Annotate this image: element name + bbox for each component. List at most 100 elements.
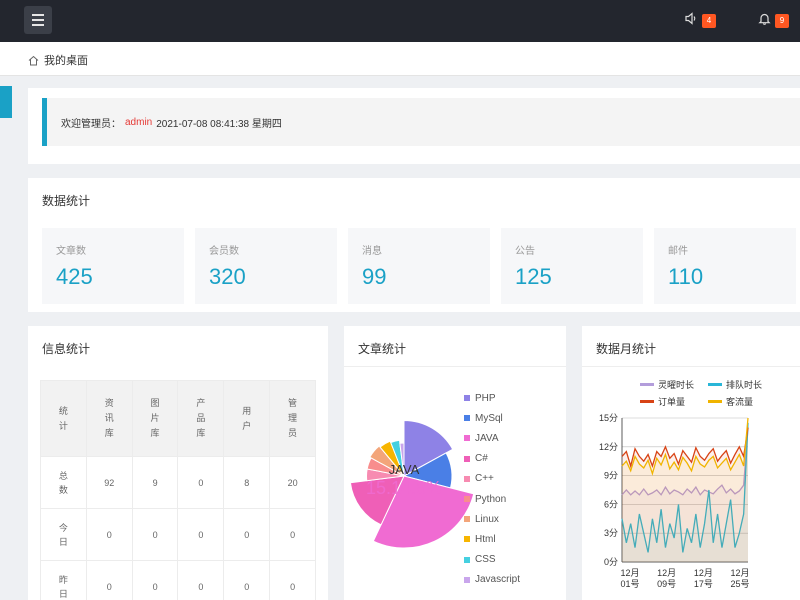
home-icon <box>28 55 39 65</box>
article-pie-chart: JAVA15.14.8% <box>349 419 475 549</box>
article-stats-panel: 文章统计 JAVA 15.14.8% PHP MySql JAVA C# C++ Pytho… <box>344 326 566 600</box>
stat-value: 125 <box>515 264 552 289</box>
x-tick-label: 12月 01号 <box>620 568 639 589</box>
table-row: 昨日 0 0 0 0 0 <box>40 560 316 600</box>
table-cell: 0 <box>223 508 271 561</box>
table-cell: 92 <box>85 456 133 509</box>
data-stats-panel: 数据统计 文章数 425 会员数 320 消息 99 公告 125 邮件 110 <box>28 178 800 312</box>
table-cell: 0 <box>177 456 225 509</box>
legend-swatch <box>464 536 470 543</box>
legend-swatch <box>464 556 470 563</box>
table-cell: 0 <box>269 508 316 561</box>
legend-label: Html <box>475 533 496 545</box>
table-cell: 9 <box>131 456 179 509</box>
y-tick-label: 9分 <box>604 471 618 481</box>
legend-label: 排队时长 <box>726 380 763 390</box>
legend-label: 灵曜时长 <box>658 380 695 390</box>
legend-item[interactable]: Linux <box>464 509 520 529</box>
stat-value: 425 <box>56 264 93 289</box>
stat-label: 消息 <box>362 246 382 257</box>
stat-card-notices[interactable]: 公告 125 <box>501 228 643 304</box>
legend-item[interactable]: 灵曜时长 <box>640 378 708 391</box>
legend-swatch <box>708 400 722 403</box>
y-tick-label: 12分 <box>599 442 618 452</box>
legend-item[interactable]: JAVA <box>464 428 520 448</box>
stat-label: 会员数 <box>209 246 239 257</box>
y-tick-label: 15分 <box>599 413 618 423</box>
legend-swatch <box>464 455 470 462</box>
legend-item[interactable]: Python <box>464 489 520 509</box>
breadcrumb[interactable]: 我的桌面 <box>28 52 88 68</box>
table-row: 总数 92 9 0 8 20 <box>40 456 316 509</box>
legend-item[interactable]: PHP <box>464 388 520 408</box>
welcome-prefix: 欢迎管理员： <box>61 118 121 130</box>
welcome-panel: 欢迎管理员： admin 2021-07-08 08:41:38 星期四 <box>28 88 800 164</box>
hamburger-icon <box>32 14 44 16</box>
table-header-cell: 管理员 <box>269 380 316 457</box>
stat-card-messages[interactable]: 消息 99 <box>348 228 490 304</box>
stat-card-members[interactable]: 会员数 320 <box>195 228 337 304</box>
stat-card-articles[interactable]: 文章数 425 <box>42 228 184 304</box>
table-cell: 0 <box>85 560 133 600</box>
welcome-message: 欢迎管理员： admin 2021-07-08 08:41:38 星期四 <box>42 98 800 146</box>
top-bar: 4 9 <box>0 0 800 42</box>
bell-badge: 9 <box>775 13 789 28</box>
table-cell: 0 <box>85 508 133 561</box>
legend-label: JAVA <box>475 432 499 444</box>
notification-bell-button[interactable]: 9 <box>758 12 789 29</box>
menu-toggle-button[interactable] <box>24 6 52 34</box>
table-cell: 0 <box>131 560 179 600</box>
stat-label: 文章数 <box>56 246 86 257</box>
x-tick-label: 12月 09号 <box>657 568 676 589</box>
notification-speaker-button[interactable]: 4 <box>685 12 716 29</box>
table-cell: 0 <box>269 560 316 600</box>
legend-item[interactable]: C# <box>464 449 520 469</box>
speaker-icon <box>685 12 698 29</box>
monthly-stats-panel: 数据月统计 灵曜时长 排队时长 订单量 客流量 15分 12分 9分 6分 3分 0分 12月 01… <box>582 326 800 600</box>
sidebar-collapse-handle[interactable] <box>0 86 12 118</box>
legend-label: Python <box>475 493 507 505</box>
stat-label: 邮件 <box>668 246 688 257</box>
legend-label: PHP <box>475 392 496 404</box>
table-header-cell: 用户 <box>223 380 271 457</box>
welcome-datetime: 2021-07-08 08:41:38 星期四 <box>156 118 282 130</box>
pie-legend: PHP MySql JAVA C# C++ Python Linux Html CSS Javas… <box>464 388 520 590</box>
table-cell: 0 <box>177 508 225 561</box>
legend-label: Linux <box>475 513 499 525</box>
pie-center-label: JAVA <box>389 462 420 477</box>
legend-swatch <box>464 415 470 422</box>
table-cell: 0 <box>177 560 225 600</box>
x-tick-label: 12月 25号 <box>730 568 749 589</box>
speaker-badge: 4 <box>702 13 716 28</box>
legend-label: MySql <box>475 412 503 424</box>
table-cell: 0 <box>131 508 179 561</box>
legend-label: C# <box>475 453 488 465</box>
legend-item[interactable]: Javascript <box>464 570 520 590</box>
table-cell: 20 <box>269 456 316 509</box>
pie-center-value: 15.14.8% <box>366 478 442 498</box>
legend-item[interactable]: CSS <box>464 550 520 570</box>
article-stats-title: 文章统计 <box>358 342 407 356</box>
table-cell: 8 <box>223 456 271 509</box>
legend-item[interactable]: C++ <box>464 469 520 489</box>
legend-swatch <box>464 395 470 402</box>
table-row-label: 今日 <box>40 508 87 561</box>
legend-swatch <box>708 383 722 386</box>
monthly-stats-title: 数据月统计 <box>596 342 657 356</box>
table-row-label: 昨日 <box>40 560 87 600</box>
legend-swatch <box>464 435 470 442</box>
legend-item[interactable]: MySql <box>464 408 520 428</box>
legend-swatch <box>640 400 654 403</box>
series-area <box>622 418 748 562</box>
table-row-label: 总数 <box>40 456 87 509</box>
legend-swatch <box>464 475 470 482</box>
legend-swatch <box>464 576 470 583</box>
breadcrumb-bar: 我的桌面 <box>0 42 800 76</box>
stat-card-mail[interactable]: 邮件 110 <box>654 228 796 304</box>
stat-value: 320 <box>209 264 246 289</box>
legend-item[interactable]: 排队时长 <box>708 378 778 391</box>
welcome-username: admin <box>125 116 153 128</box>
legend-label: CSS <box>475 554 496 566</box>
legend-item[interactable]: Html <box>464 529 520 549</box>
table-row: 今日 0 0 0 0 0 <box>40 508 316 561</box>
